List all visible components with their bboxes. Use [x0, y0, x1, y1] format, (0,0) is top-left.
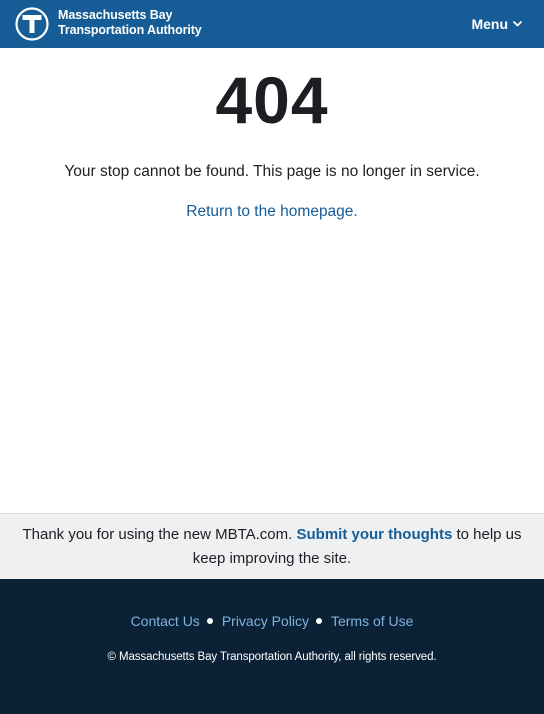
menu-label: Menu — [471, 16, 508, 32]
menu-button[interactable]: Menu — [471, 16, 522, 32]
contact-us-link[interactable]: Contact Us — [131, 612, 200, 630]
privacy-policy-link[interactable]: Privacy Policy — [222, 612, 309, 630]
copyright-text: © Massachusetts Bay Transportation Autho… — [107, 651, 437, 663]
brand-name[interactable]: Massachusetts Bay Transportation Authori… — [58, 8, 202, 38]
footer-links: Contact Us Privacy Policy Terms of Use — [0, 612, 544, 630]
separator-dot — [206, 618, 213, 624]
main-content: 404 Your stop cannot be found. This page… — [0, 48, 544, 513]
mbta-t-logo-icon[interactable] — [15, 7, 49, 41]
site-footer: Contact Us Privacy Policy Terms of Use ©… — [0, 579, 544, 714]
brand-line-2: Transportation Authority — [58, 23, 202, 37]
separator-dot — [315, 618, 322, 624]
chevron-down-icon — [513, 21, 522, 27]
brand-line-1: Massachusetts Bay — [58, 8, 173, 22]
error-message: Your stop cannot be found. This page is … — [64, 163, 480, 180]
submit-thoughts-link[interactable]: Submit your thoughts — [296, 526, 452, 543]
error-code: 404 — [215, 63, 329, 137]
feedback-banner: Thank you for using the new MBTA.com. Su… — [0, 513, 544, 579]
return-home-link[interactable]: Return to the homepage. — [0, 202, 544, 222]
terms-of-use-link[interactable]: Terms of Use — [331, 612, 413, 630]
site-header: Massachusetts Bay Transportation Authori… — [0, 0, 544, 48]
feedback-text-before: Thank you for using the new MBTA.com. — [22, 526, 297, 543]
